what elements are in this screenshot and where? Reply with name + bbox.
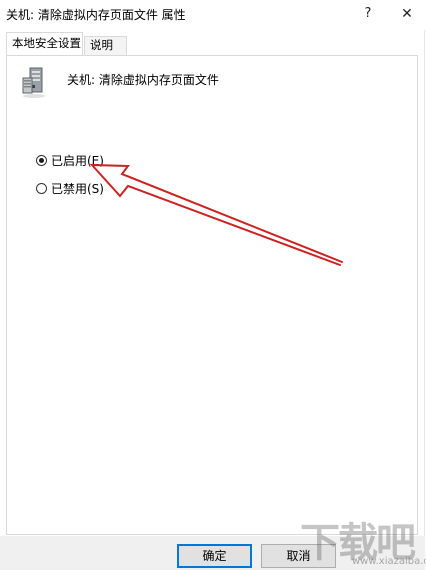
policy-name: 关机: 清除虚拟内存页面文件 (67, 73, 219, 87)
disabled-radio[interactable] (36, 182, 47, 194)
close-icon: ✕ (401, 6, 413, 22)
cancel-button[interactable]: 取消 (261, 544, 336, 568)
tab-local-security-setting[interactable]: 本地安全设置 (6, 32, 83, 55)
help-button[interactable]: ? (348, 0, 388, 30)
close-button[interactable]: ✕ (387, 0, 426, 30)
properties-dialog: 关机: 清除虚拟内存页面文件 属性 ? ✕ 本地安全设置 说明 关机: 清除虚拟… (0, 0, 426, 570)
enabled-radio-option[interactable]: 已启用(E) (36, 151, 104, 169)
title-bar: 关机: 清除虚拟内存页面文件 属性 ? ✕ (0, 0, 425, 30)
ok-button[interactable]: 确定 (177, 544, 252, 568)
enabled-radio[interactable] (36, 154, 47, 166)
server-computer-icon (22, 67, 45, 98)
tab-explain[interactable]: 说明 (84, 36, 127, 55)
tab-strip: 本地安全设置 说明 (6, 32, 418, 55)
dialog-footer: 确定 取消 (0, 536, 425, 570)
help-icon: ? (364, 6, 372, 21)
tab-panel: 关机: 清除虚拟内存页面文件 已启用(E) 已禁用(S) (6, 55, 418, 535)
radio-selected-dot (39, 157, 44, 163)
window-title: 关机: 清除虚拟内存页面文件 属性 (6, 8, 186, 22)
enabled-label[interactable]: 已启用(E) (51, 152, 104, 169)
disabled-label[interactable]: 已禁用(S) (51, 180, 104, 197)
disabled-radio-option[interactable]: 已禁用(S) (36, 179, 104, 197)
